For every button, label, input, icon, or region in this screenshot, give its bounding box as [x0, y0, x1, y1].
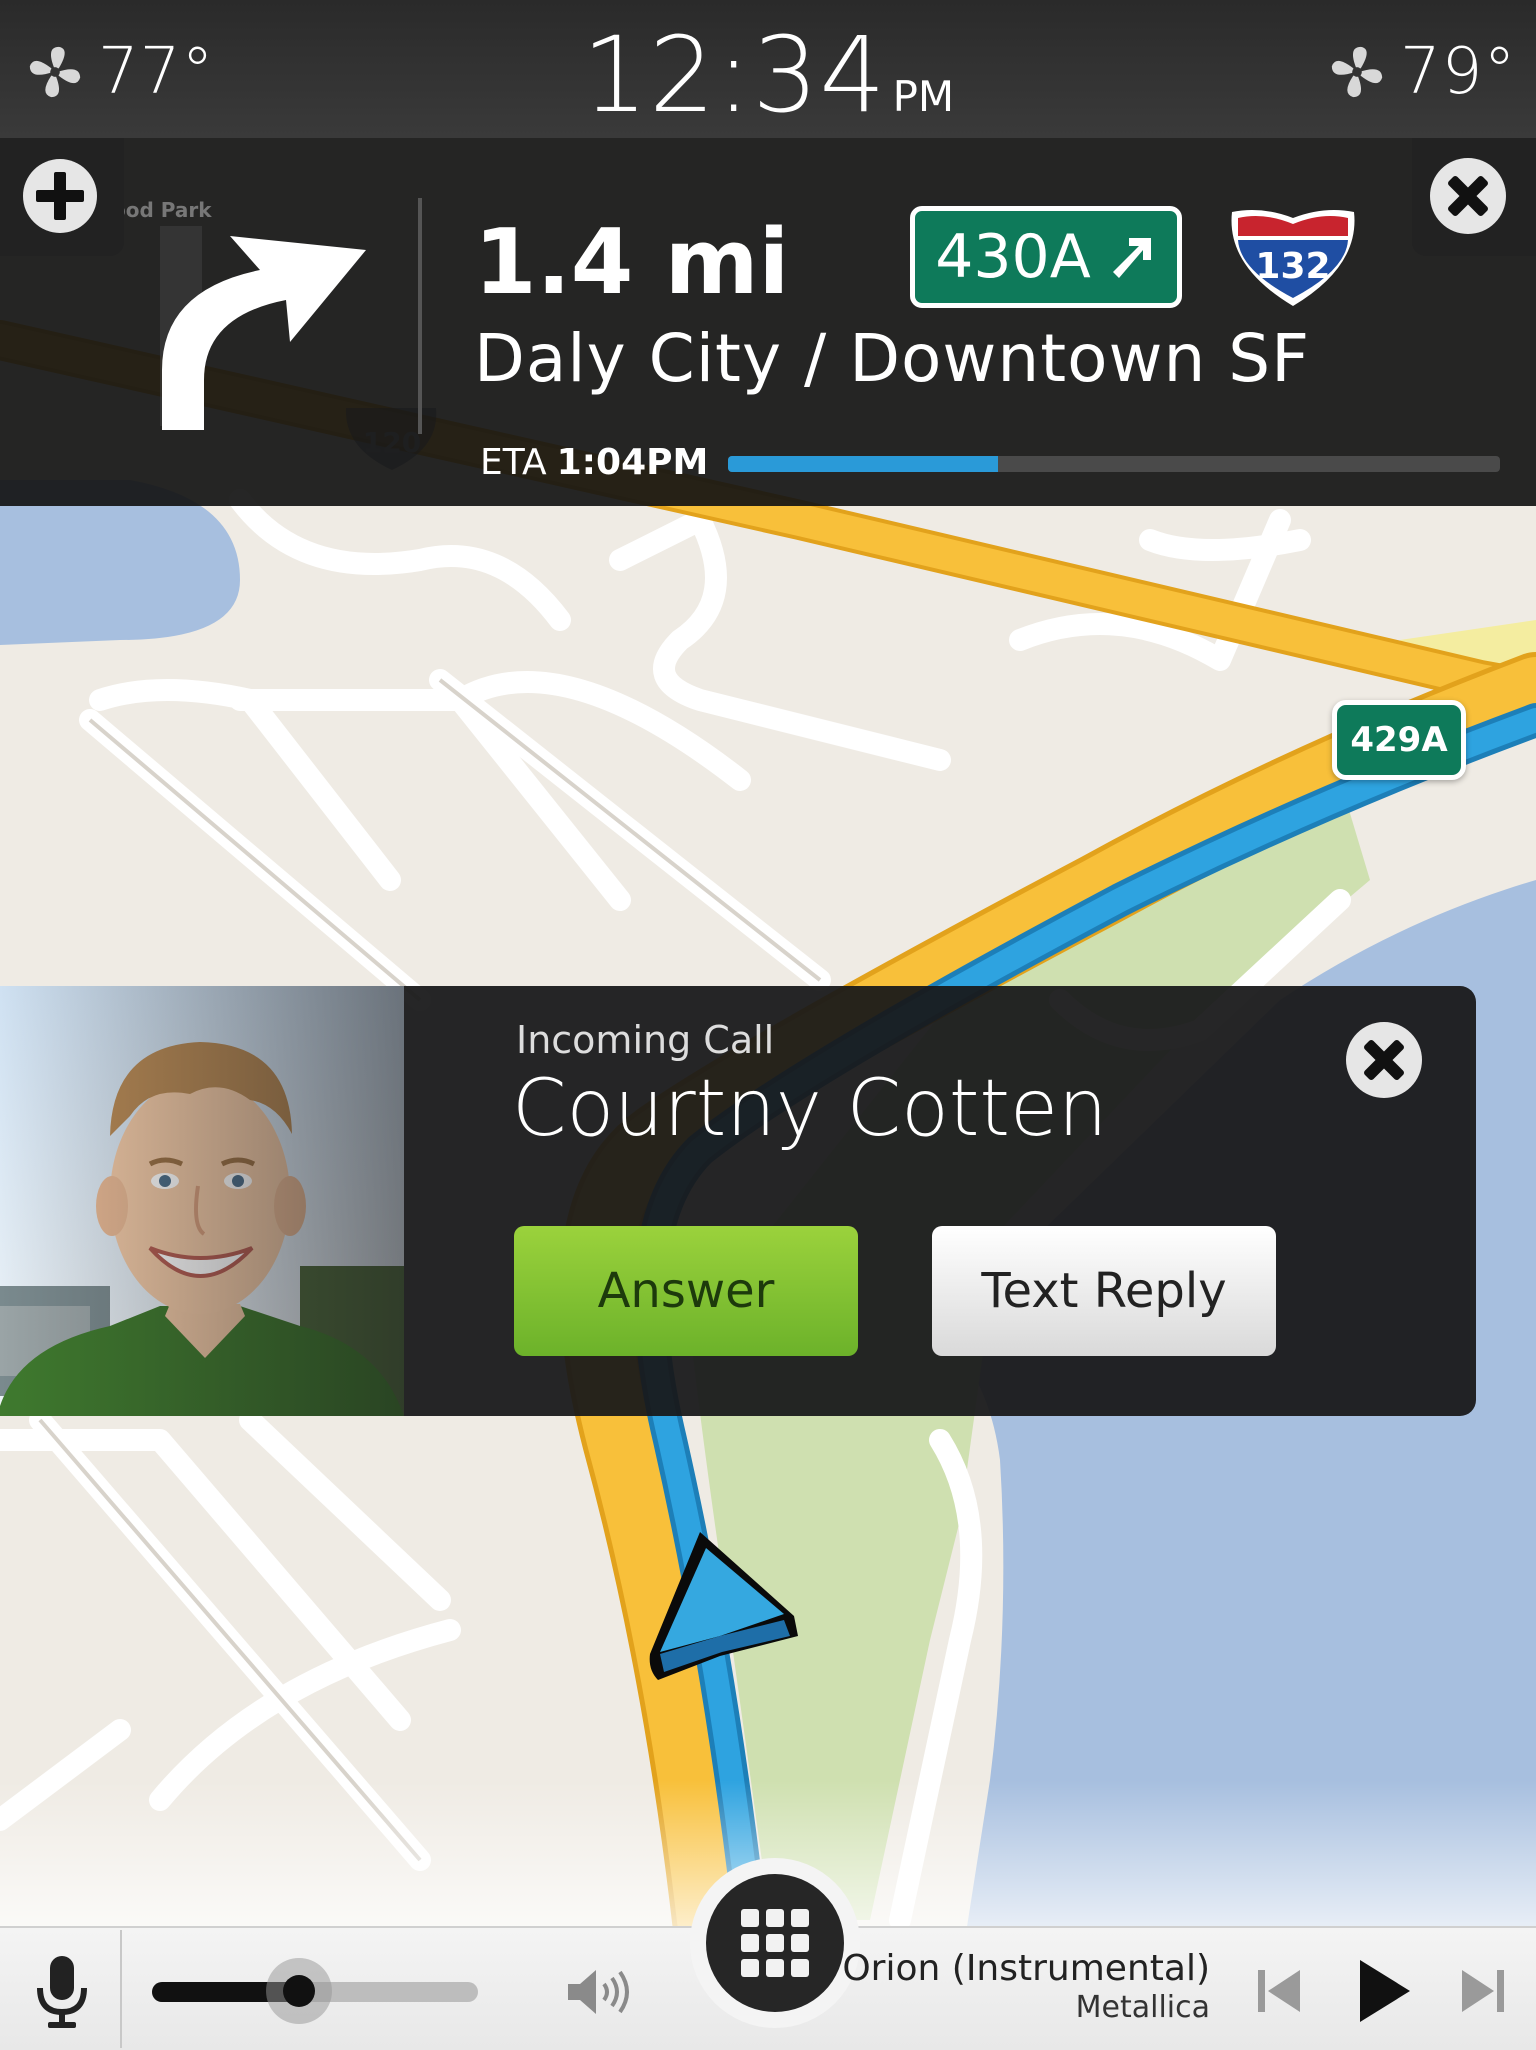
- grid-menu-icon: [741, 1909, 809, 1977]
- media-bar-divider: [120, 1930, 122, 2048]
- exit-sign-label: 430A: [935, 222, 1091, 292]
- plus-icon: [23, 159, 97, 233]
- incoming-call-label: Incoming Call: [516, 1018, 775, 1062]
- turn-right-arrow-icon: [160, 226, 366, 430]
- speaker-volume-icon[interactable]: [564, 1966, 630, 2018]
- exit-marker-429a[interactable]: 429A: [1332, 700, 1466, 780]
- close-navigation-button[interactable]: [1412, 138, 1536, 256]
- turn-distance: 1.4 mi: [474, 210, 790, 315]
- destination-name: Daly City / Downtown SF: [474, 320, 1311, 397]
- microphone-icon[interactable]: [30, 1952, 94, 2032]
- close-icon: [1430, 158, 1506, 234]
- answer-button[interactable]: Answer: [514, 1226, 858, 1356]
- track-title: Orion (Instrumental): [842, 1948, 1210, 1989]
- exit-sign-430a: 430A: [910, 206, 1182, 308]
- eta: ETA 1:04PM: [480, 442, 708, 483]
- exit-up-right-arrow-icon: [1112, 238, 1151, 278]
- map-place-label: ood Park: [112, 198, 212, 222]
- previous-track-icon[interactable]: [1256, 1966, 1302, 2016]
- interstate-shield-icon: 132: [1231, 210, 1355, 306]
- dismiss-call-button[interactable]: [1346, 1022, 1422, 1098]
- right-climate-temp[interactable]: 79°: [1328, 22, 1516, 122]
- clock: 12:34 PM: [0, 14, 1536, 136]
- route-progress-bar: [728, 456, 1500, 472]
- route-progress-fill: [728, 456, 999, 472]
- play-icon[interactable]: [1354, 1956, 1414, 2026]
- clock-time: 12:34: [581, 14, 887, 136]
- nav-divider: [418, 198, 422, 434]
- eta-label: ETA: [480, 442, 547, 483]
- track-artist: Metallica: [1075, 1990, 1210, 2025]
- caller-name: Courtny Cotten: [512, 1064, 1108, 1154]
- zoom-in-button[interactable]: [0, 138, 124, 256]
- clock-ampm: PM: [892, 72, 955, 121]
- shield-number: 132: [1255, 246, 1330, 287]
- caller-avatar: [0, 986, 404, 1416]
- volume-slider-handle[interactable]: [265, 1958, 332, 2024]
- app-menu-button[interactable]: [706, 1874, 844, 2012]
- close-icon: [1346, 1022, 1422, 1098]
- next-track-icon[interactable]: [1460, 1966, 1506, 2016]
- text-reply-button[interactable]: Text Reply: [932, 1226, 1276, 1356]
- fan-icon: [1331, 46, 1383, 98]
- eta-time: 1:04PM: [556, 442, 709, 483]
- caller-photo: [0, 986, 404, 1416]
- right-temp-value: 79°: [1400, 35, 1517, 109]
- status-bar: 77° 12:34 PM 79°: [0, 0, 1536, 138]
